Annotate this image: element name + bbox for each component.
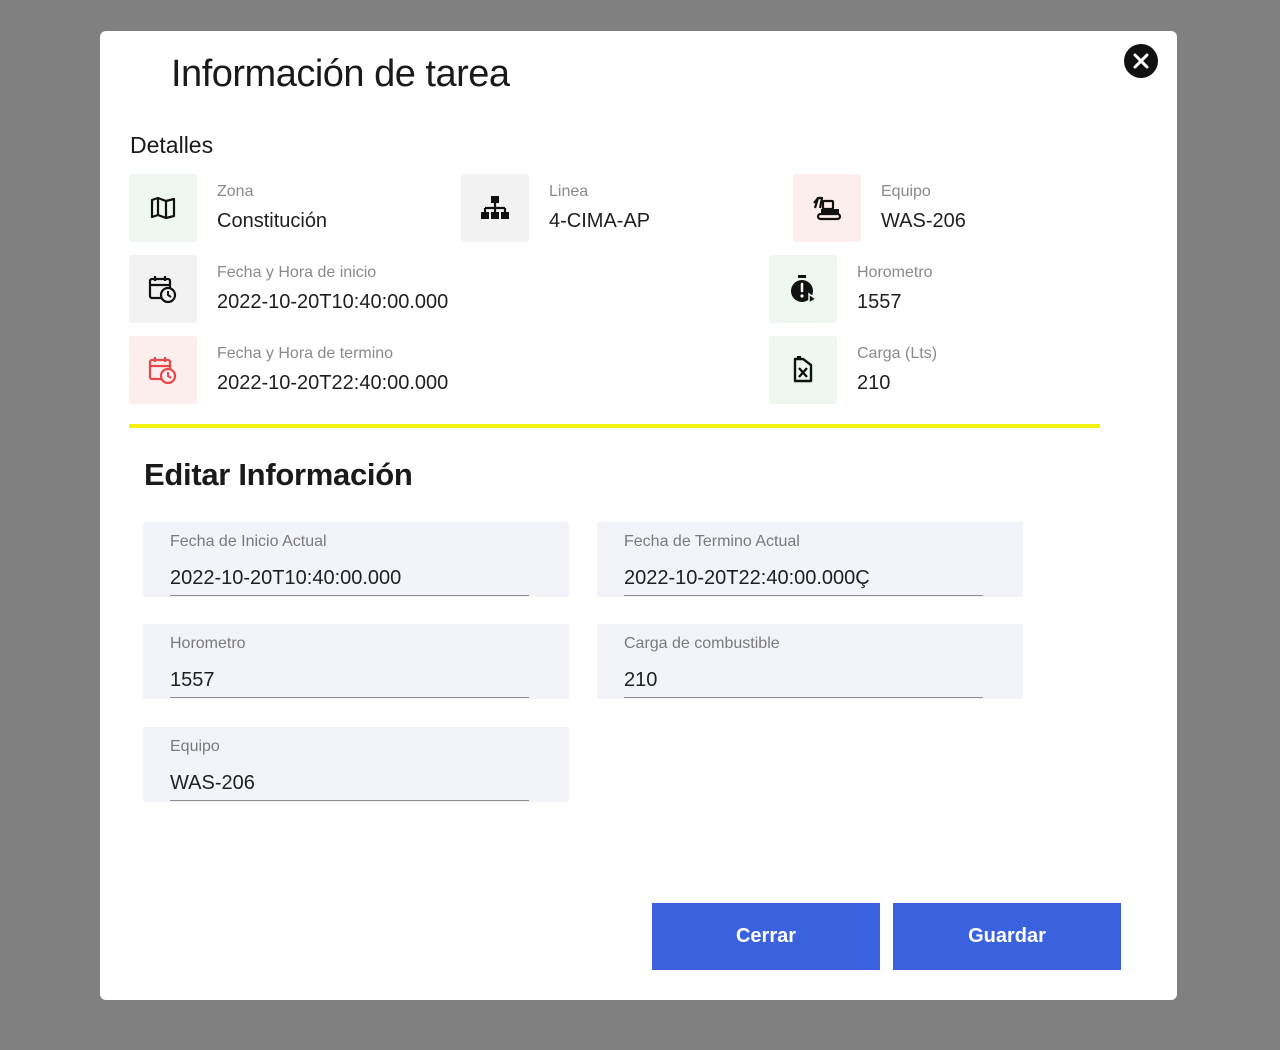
- detail-equipo: Equipo WAS-206: [793, 174, 966, 242]
- equipo-value: WAS-206: [881, 210, 966, 232]
- fecha-inicio-label: Fecha y Hora de inicio: [217, 264, 377, 281]
- horometro-label: Horometro: [857, 264, 933, 281]
- fecha-inicio-input[interactable]: [170, 562, 529, 596]
- carga-value: 210: [857, 372, 891, 394]
- horometro-input[interactable]: [170, 664, 529, 698]
- field-fecha-inicio: Fecha de Inicio Actual: [143, 522, 569, 597]
- map-icon: [129, 174, 197, 242]
- equipo-field-label: Equipo: [170, 738, 220, 755]
- close-icon: [1133, 53, 1149, 69]
- guardar-button[interactable]: Guardar: [893, 903, 1121, 970]
- equipo-input[interactable]: [170, 767, 529, 801]
- equipo-label: Equipo: [881, 183, 931, 200]
- task-info-modal: Información de tarea Detalles Zona Const…: [100, 31, 1177, 1000]
- carga-input[interactable]: [624, 664, 983, 698]
- fecha-termino-value: 2022-10-20T22:40:00.000: [217, 372, 449, 394]
- carga-label: Carga (Lts): [857, 345, 938, 362]
- field-carga: Carga de combustible: [597, 624, 1023, 699]
- linea-label: Linea: [549, 183, 589, 200]
- detail-fecha-termino: Fecha y Hora de termino 2022-10-20T22:40…: [129, 336, 448, 404]
- fecha-termino-field-label: Fecha de Termino Actual: [624, 533, 800, 550]
- field-fecha-termino: Fecha de Termino Actual: [597, 522, 1023, 597]
- detail-carga: Carga (Lts) 210: [769, 336, 937, 404]
- sitemap-icon: [461, 174, 529, 242]
- field-equipo: Equipo: [143, 727, 569, 802]
- details-title: Detalles: [130, 132, 214, 158]
- zona-value: Constitución: [217, 210, 328, 232]
- horometro-value: 1557: [857, 291, 902, 313]
- carga-field-label: Carga de combustible: [624, 635, 780, 652]
- close-button[interactable]: [1124, 44, 1158, 78]
- cerrar-button[interactable]: Cerrar: [652, 903, 880, 970]
- calendar-clock-icon: [129, 255, 197, 323]
- horometro-field-label: Horometro: [170, 635, 246, 652]
- detail-zona: Zona Constitución: [129, 174, 327, 242]
- section-divider: [129, 424, 1100, 428]
- modal-title: Información de tarea: [171, 53, 510, 95]
- calendar-clock-red-icon: [129, 336, 197, 404]
- zona-label: Zona: [217, 183, 254, 200]
- detail-fecha-inicio: Fecha y Hora de inicio 2022-10-20T10:40:…: [129, 255, 448, 323]
- detail-horometro: Horometro 1557: [769, 255, 933, 323]
- stopwatch-icon: [769, 255, 837, 323]
- linea-value: 4-CIMA-AP: [549, 210, 651, 232]
- fecha-termino-input[interactable]: [624, 562, 983, 596]
- detail-linea: Linea 4-CIMA-AP: [461, 174, 650, 242]
- fecha-inicio-field-label: Fecha de Inicio Actual: [170, 533, 327, 550]
- fuel-can-icon: [769, 336, 837, 404]
- field-horometro: Horometro: [143, 624, 569, 699]
- edit-title: Editar Información: [144, 457, 413, 492]
- fecha-inicio-value: 2022-10-20T10:40:00.000: [217, 291, 449, 313]
- fecha-termino-label: Fecha y Hora de termino: [217, 345, 394, 362]
- excavator-icon: [793, 174, 861, 242]
